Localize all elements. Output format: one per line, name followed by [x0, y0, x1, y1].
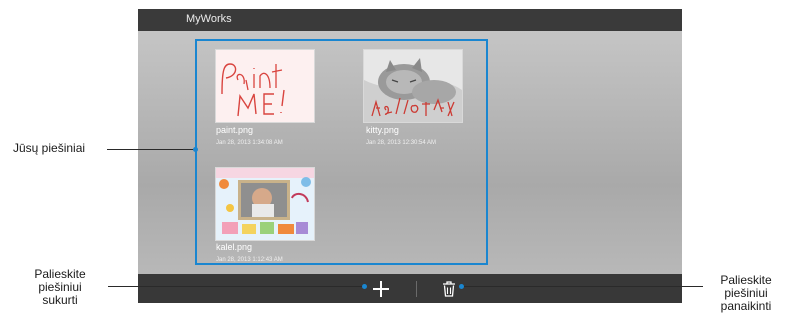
callout-delete-line — [462, 286, 703, 287]
bottom-action-bar — [138, 274, 682, 303]
callout-drawings-label: Jūsų piešiniai — [13, 141, 86, 155]
add-drawing-button[interactable] — [371, 279, 391, 299]
callout-create-line — [108, 286, 366, 287]
callout-create-dot — [362, 284, 367, 289]
callout-delete-label: Palieskite piešiniui panaikinti — [705, 274, 787, 313]
toolbar-divider — [416, 281, 417, 297]
callout-drawings-dot — [193, 147, 198, 152]
callout-delete-dot — [459, 284, 464, 289]
callout-drawings-line — [107, 149, 197, 150]
app-title: MyWorks — [186, 13, 232, 25]
callout-create-label: Palieskite piešiniui sukurti — [20, 268, 100, 307]
trash-icon — [443, 281, 455, 297]
title-bar: MyWorks — [138, 9, 682, 31]
drawings-highlight-frame — [195, 39, 488, 265]
callout-create-line3: sukurti — [42, 293, 78, 307]
delete-drawing-button[interactable] — [440, 280, 458, 298]
plus-icon — [373, 281, 389, 297]
callout-delete-line3: panaikinti — [720, 299, 772, 313]
